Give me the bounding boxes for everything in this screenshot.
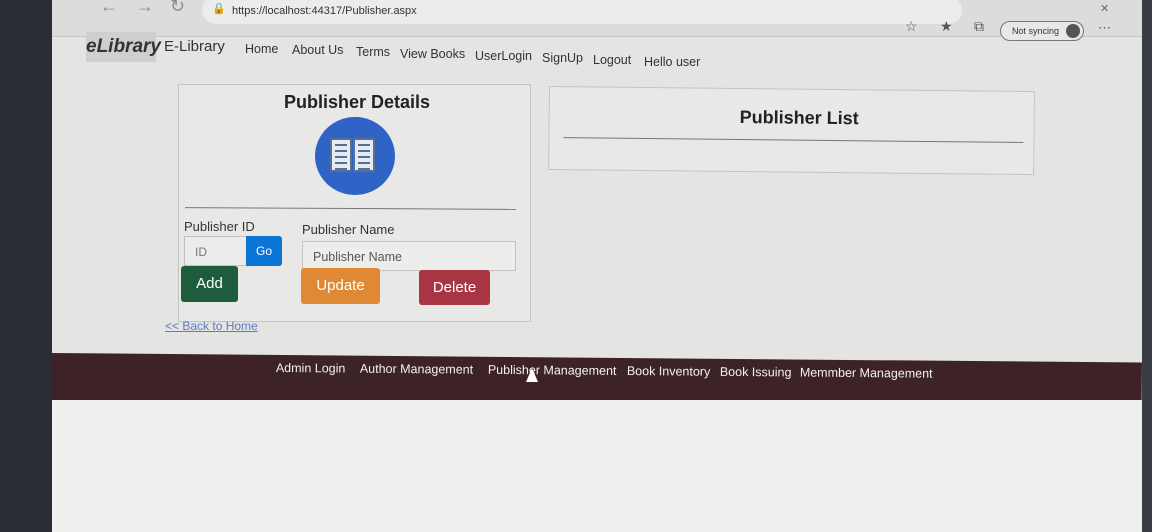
more-options-icon[interactable]: ⋯ — [1098, 20, 1111, 36]
browser-window: ← → ↻ 🔒 https://localhost:44317/Publishe… — [52, 0, 1142, 532]
footer-admin-login[interactable]: Admin Login — [276, 361, 346, 376]
publisher-list-title: Publisher List — [739, 106, 859, 129]
lock-icon: 🔒 — [212, 3, 226, 15]
footer-publisher-management[interactable]: Publisher Management — [488, 363, 617, 378]
address-bar[interactable]: 🔒 https://localhost:44317/Publisher.aspx — [202, 0, 962, 24]
sync-label: Not syncing — [1012, 26, 1060, 36]
footer-book-inventory[interactable]: Book Inventory — [627, 364, 711, 379]
brand-logo[interactable]: eLibrary — [86, 32, 161, 62]
nav-terms[interactable]: Terms — [356, 45, 390, 59]
favorite-add-icon[interactable]: ☆ — [905, 18, 918, 35]
footer-author-management[interactable]: Author Management — [360, 362, 473, 377]
publisher-list-card: Publisher List — [548, 86, 1035, 176]
footer-book-issuing[interactable]: Book Issuing — [720, 365, 792, 380]
favorites-icon[interactable]: ★ — [940, 18, 953, 35]
publisher-id-label: Publisher ID — [184, 219, 255, 234]
nav-signup[interactable]: SignUp — [542, 51, 583, 65]
forward-arrow-icon[interactable]: → — [136, 0, 154, 17]
delete-button[interactable]: Delete — [419, 270, 490, 305]
page-lower-area — [52, 400, 1142, 532]
publisher-details-title: Publisher Details — [284, 92, 431, 112]
collections-icon[interactable]: ⧉ — [974, 18, 984, 35]
close-window-icon[interactable]: ✕ — [1100, 2, 1109, 15]
back-arrow-icon[interactable]: ← — [100, 0, 118, 17]
nav-view-books[interactable]: View Books — [400, 47, 465, 61]
brand-text[interactable]: E-Library — [164, 38, 225, 55]
book-icon — [315, 117, 395, 195]
site-navbar: eLibrary E-Library Home About Us Terms V… — [52, 32, 1142, 70]
publisher-name-input[interactable]: Publisher Name — [302, 241, 516, 271]
publisher-name-label: Publisher Name — [302, 222, 395, 237]
publisher-id-input[interactable]: ID — [184, 236, 247, 266]
nav-greeting: Hello user — [644, 55, 701, 69]
browser-toolbar: ← → ↻ 🔒 https://localhost:44317/Publishe… — [52, 0, 1142, 41]
list-divider — [563, 137, 1024, 143]
nav-about-us[interactable]: About Us — [292, 43, 343, 57]
add-button[interactable]: Add — [181, 266, 238, 302]
go-button[interactable]: Go — [246, 236, 282, 266]
refresh-icon[interactable]: ↻ — [170, 0, 185, 17]
footer-member-management[interactable]: Memmber Management — [800, 366, 933, 381]
nav-user-login[interactable]: UserLogin — [475, 49, 532, 63]
pointer-cursor-icon — [526, 368, 538, 382]
publisher-details-card: Publisher Details Publisher ID Publisher… — [178, 84, 531, 322]
update-button[interactable]: Update — [301, 268, 380, 304]
nav-logout[interactable]: Logout — [593, 53, 631, 67]
back-to-home-link[interactable]: << Back to Home — [165, 319, 258, 333]
details-divider — [184, 207, 517, 210]
url-text: https://localhost:44317/Publisher.aspx — [232, 5, 417, 17]
screen-bezel — [1142, 0, 1152, 532]
nav-home[interactable]: Home — [245, 42, 278, 56]
